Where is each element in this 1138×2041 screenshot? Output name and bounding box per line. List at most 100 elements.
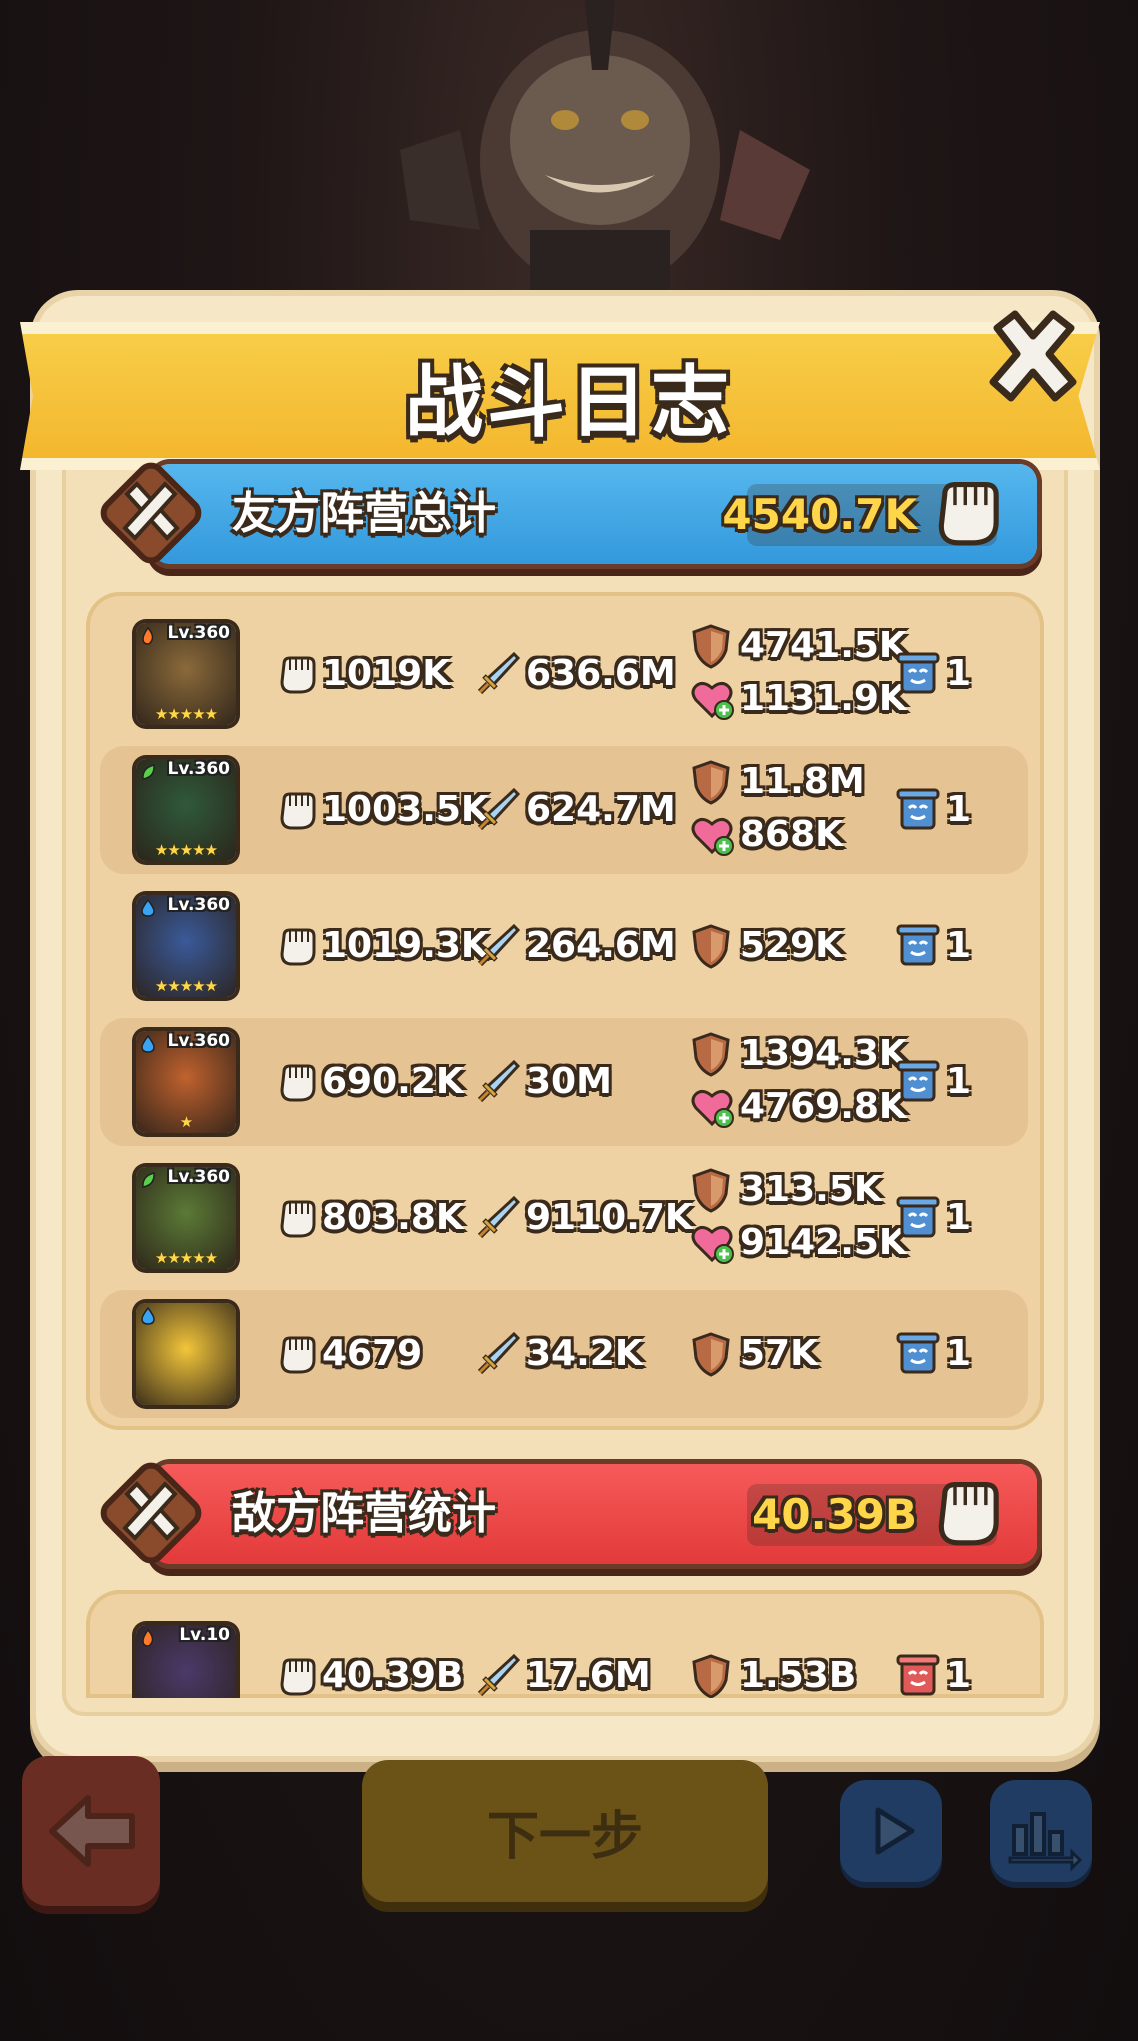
hero-level: Lv.360 <box>167 895 230 915</box>
hero-level: Lv.360 <box>167 759 230 779</box>
stats-button[interactable] <box>990 1780 1092 1882</box>
count-value: 1 <box>946 653 972 694</box>
hero-stat-row: Lv.360 ★★★★★ 1003.5K 624.7M 11.8M 868K 1 <box>100 746 1028 874</box>
sword-damage-value: 30M <box>526 1061 612 1102</box>
damage-value: 4679 <box>322 1333 423 1374</box>
hero-level: Lv.360 <box>167 1167 230 1187</box>
close-button[interactable] <box>978 306 1088 410</box>
hero-stars: ★★★★★ <box>154 977 218 995</box>
scroll-icon <box>896 650 940 698</box>
heart-plus-icon <box>688 674 734 722</box>
sword-icon <box>474 1194 521 1242</box>
hero-portrait[interactable]: Lv.360 ★★★★★ <box>136 623 236 725</box>
hero-portrait[interactable]: Lv.360 ★ <box>136 1031 236 1133</box>
fist-icon <box>276 1330 318 1378</box>
damage-value: 1019K <box>322 653 451 694</box>
defense-value: 4741.5K <box>740 625 907 666</box>
hero-stat-row: 4679 34.2K 57K 1 <box>100 1290 1028 1418</box>
scroll-icon <box>896 1194 940 1242</box>
heart-plus-icon <box>688 1218 734 1266</box>
shield-icon <box>690 622 732 670</box>
hero-portrait[interactable]: Lv.360 ★★★★★ <box>136 895 236 997</box>
enemy-section-label: 敌方阵营统计 <box>232 1488 496 1539</box>
heart-plus-icon <box>688 1082 734 1130</box>
hero-stars: ★★★★★ <box>154 705 218 723</box>
sword-icon <box>474 786 521 834</box>
hero-stars: ★★★★★ <box>154 1249 218 1267</box>
sword-icon <box>474 1652 521 1698</box>
sword-icon <box>474 1058 521 1106</box>
sword-icon <box>474 1330 521 1378</box>
defense-value: 57K <box>740 1333 818 1374</box>
sword-icon <box>474 650 521 698</box>
count-value: 1 <box>946 1197 972 1238</box>
sword-icon <box>474 922 521 970</box>
defense-value: 1.53B <box>740 1655 857 1696</box>
play-icon <box>875 1807 915 1855</box>
defense-value: 313.5K <box>740 1169 882 1210</box>
scroll-icon <box>896 786 940 834</box>
damage-value: 690.2K <box>322 1061 464 1102</box>
sword-damage-value: 264.6M <box>526 925 676 966</box>
hero-portrait[interactable]: Lv.360 ★★★★★ <box>136 1167 236 1269</box>
fist-icon <box>276 1194 318 1242</box>
close-icon <box>989 310 1077 402</box>
crossed-swords-icon <box>100 1462 202 1564</box>
sword-damage-value: 636.6M <box>526 653 676 694</box>
scroll-icon <box>896 1058 940 1106</box>
enemy-total-value: 40.39B <box>752 1490 917 1539</box>
count-value: 1 <box>946 789 972 830</box>
damage-value: 803.8K <box>322 1197 464 1238</box>
fist-icon <box>276 650 318 698</box>
back-button[interactable] <box>22 1756 160 1906</box>
sword-damage-value: 9110.7K <box>526 1197 693 1238</box>
hero-portrait[interactable]: Lv.10 <box>136 1625 236 1698</box>
friendly-section-header: 友方阵营总计 4540.7K <box>92 454 1037 572</box>
shield-icon <box>690 1030 732 1078</box>
damage-value: 1003.5K <box>322 789 489 830</box>
enemy-total-box: 40.39B <box>747 1482 999 1546</box>
arrow-left-icon <box>49 1795 135 1867</box>
heart-plus-icon <box>688 810 734 858</box>
shield-icon <box>690 1330 732 1378</box>
hero-level: Lv.360 <box>167 1031 230 1051</box>
count-value: 1 <box>946 1061 972 1102</box>
hero-stat-row: Lv.360 ★ 690.2K 30M 1394.3K 4769.8K 1 <box>100 1018 1028 1146</box>
heal-value: 9142.5K <box>740 1222 907 1263</box>
scroll-icon <box>896 922 940 970</box>
play-button[interactable] <box>840 1780 942 1882</box>
stats-icon <box>1008 1812 1083 1872</box>
shield-icon <box>690 1166 732 1214</box>
hero-stat-row: Lv.10 40.39B 17.6M 1.53B 1 <box>100 1612 1028 1698</box>
fist-icon <box>276 922 318 970</box>
dialog-title: 战斗日志 <box>404 358 733 448</box>
scroll-icon <box>896 1330 940 1378</box>
fist-icon <box>276 1652 318 1698</box>
sword-damage-value: 624.7M <box>526 789 676 830</box>
count-value: 1 <box>946 1655 972 1696</box>
water-element-icon <box>141 1307 155 1325</box>
shield-icon <box>690 1652 732 1698</box>
count-value: 1 <box>946 1333 972 1374</box>
heal-value: 4769.8K <box>740 1086 907 1127</box>
hero-stars: ★★★★★ <box>154 841 218 859</box>
count-value: 1 <box>946 925 972 966</box>
damage-value: 1019.3K <box>322 925 489 966</box>
enemy-rows-container: Lv.10 40.39B 17.6M 1.53B 1 <box>0 1590 1138 1698</box>
heal-value: 868K <box>740 814 844 855</box>
friendly-total-box: 4540.7K <box>722 482 999 546</box>
shield-icon <box>690 758 732 806</box>
hero-level: Lv.10 <box>179 1625 230 1645</box>
heal-value: 1131.9K <box>740 678 907 719</box>
scroll-icon <box>896 1652 940 1698</box>
next-step-button[interactable]: 下一步 <box>362 1760 768 1902</box>
friendly-section-label: 友方阵营总计 <box>232 488 496 539</box>
hero-portrait[interactable]: Lv.360 ★★★★★ <box>136 759 236 861</box>
background-character <box>400 0 810 330</box>
hero-portrait[interactable] <box>136 1303 236 1405</box>
defense-value: 11.8M <box>740 761 865 802</box>
shield-icon <box>690 922 732 970</box>
damage-value: 40.39B <box>322 1655 464 1696</box>
defense-value: 1394.3K <box>740 1033 907 1074</box>
hero-level: Lv.360 <box>167 623 230 643</box>
